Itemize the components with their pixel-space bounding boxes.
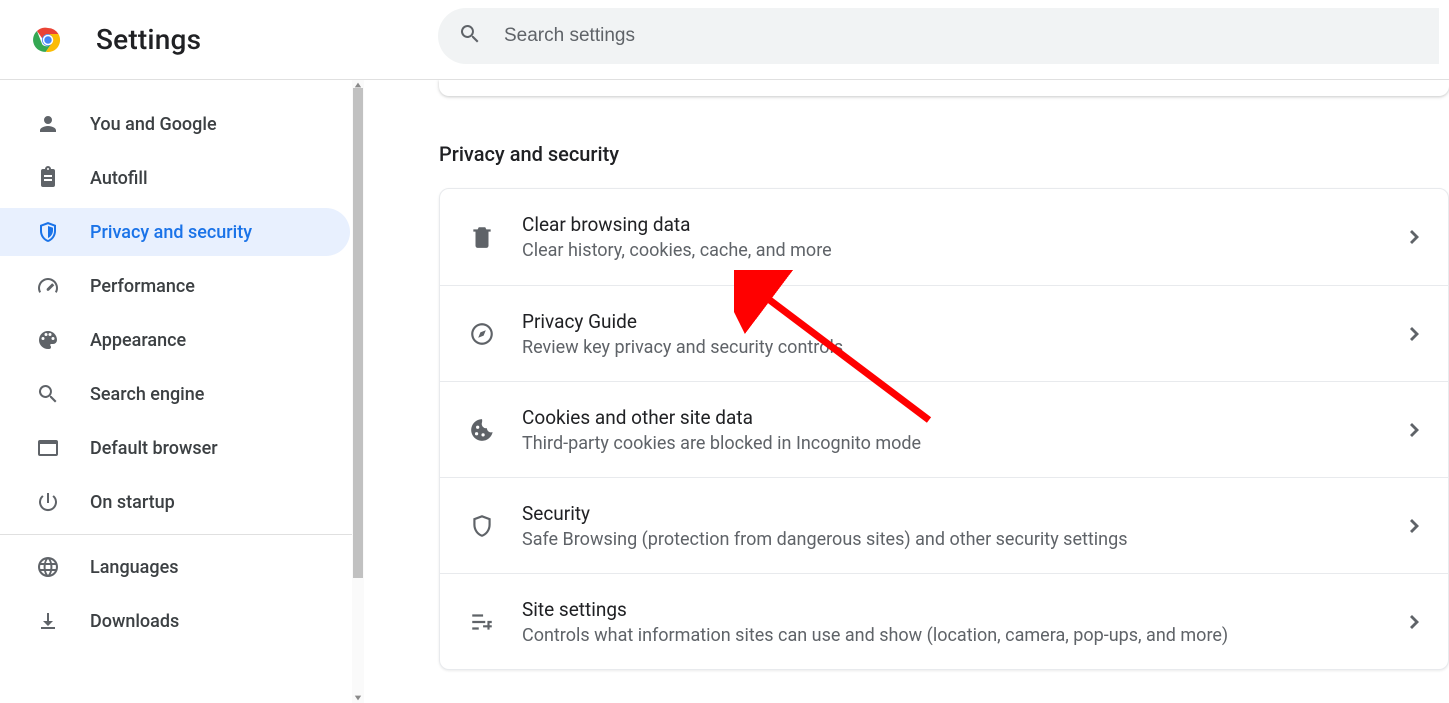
header-bar: Settings <box>0 0 1449 80</box>
row-privacy-guide[interactable]: Privacy Guide Review key privacy and sec… <box>440 285 1448 381</box>
shield-icon <box>468 512 496 540</box>
row-clear-browsing-data[interactable]: Clear browsing data Clear history, cooki… <box>440 189 1448 285</box>
chevron-right-icon <box>1410 615 1420 629</box>
search-input[interactable] <box>504 25 1439 47</box>
privacy-card: Clear browsing data Clear history, cooki… <box>439 188 1449 670</box>
sidebar-item-on-startup[interactable]: On startup <box>0 478 350 526</box>
row-subtitle: Clear history, cookies, cache, and more <box>522 240 1398 261</box>
sidebar-item-you-and-google[interactable]: You and Google <box>0 100 350 148</box>
sidebar-item-label: Downloads <box>90 611 179 632</box>
globe-icon <box>36 555 60 579</box>
row-title: Clear browsing data <box>522 213 1398 236</box>
sidebar-item-performance[interactable]: Performance <box>0 262 350 310</box>
trash-icon <box>468 223 496 251</box>
chrome-logo-icon <box>30 22 66 58</box>
sidebar-item-label: Privacy and security <box>90 222 252 243</box>
download-icon <box>36 609 60 633</box>
person-icon <box>36 112 60 136</box>
chevron-right-icon <box>1410 230 1420 244</box>
row-text: Clear browsing data Clear history, cooki… <box>522 213 1398 261</box>
tune-icon <box>468 608 496 636</box>
palette-icon <box>36 328 60 352</box>
sidebar-scrollbar[interactable] <box>352 80 364 703</box>
sidebar-item-autofill[interactable]: Autofill <box>0 154 350 202</box>
clipboard-icon <box>36 166 60 190</box>
sidebar-item-languages[interactable]: Languages <box>0 543 350 591</box>
chevron-right-icon <box>1410 423 1420 437</box>
row-title: Cookies and other site data <box>522 406 1398 429</box>
chevron-right-icon <box>1410 519 1420 533</box>
cookie-icon <box>468 416 496 444</box>
row-text: Privacy Guide Review key privacy and sec… <box>522 310 1398 358</box>
sidebar-item-label: Performance <box>90 276 195 297</box>
row-title: Privacy Guide <box>522 310 1398 333</box>
row-subtitle: Review key privacy and security controls <box>522 337 1398 358</box>
power-icon <box>36 490 60 514</box>
search-box[interactable] <box>438 8 1439 64</box>
sidebar-item-label: You and Google <box>90 114 217 135</box>
section-title: Privacy and security <box>439 142 1449 166</box>
sidebar-item-downloads[interactable]: Downloads <box>0 597 350 645</box>
previous-card-edge <box>439 80 1449 96</box>
row-site-settings[interactable]: Site settings Controls what information … <box>440 573 1448 669</box>
row-subtitle: Safe Browsing (protection from dangerous… <box>522 529 1398 550</box>
search-icon <box>36 382 60 406</box>
speedometer-icon <box>36 274 60 298</box>
sidebar-item-appearance[interactable]: Appearance <box>0 316 350 364</box>
row-text: Cookies and other site data Third-party … <box>522 406 1398 454</box>
row-subtitle: Third-party cookies are blocked in Incog… <box>522 433 1398 454</box>
page-title: Settings <box>96 23 201 56</box>
sidebar-divider <box>0 534 364 535</box>
shield-icon <box>36 220 60 244</box>
sidebar-item-label: Appearance <box>90 330 186 351</box>
sidebar: You and Google Autofill Privacy and secu… <box>0 80 364 703</box>
browser-icon <box>36 436 60 460</box>
row-title: Security <box>522 502 1398 525</box>
sidebar-item-label: Default browser <box>90 438 218 459</box>
sidebar-item-privacy-and-security[interactable]: Privacy and security <box>0 208 350 256</box>
sidebar-item-label: Autofill <box>90 168 148 189</box>
sidebar-scrollbar-thumb[interactable] <box>353 88 363 578</box>
sidebar-item-label: Search engine <box>90 384 204 405</box>
sidebar-item-label: On startup <box>90 492 175 513</box>
sidebar-item-label: Languages <box>90 557 178 578</box>
content-area: Privacy and security Clear browsing data… <box>364 80 1449 703</box>
row-subtitle: Controls what information sites can use … <box>522 625 1398 646</box>
row-text: Security Safe Browsing (protection from … <box>522 502 1398 550</box>
compass-icon <box>468 320 496 348</box>
row-cookies[interactable]: Cookies and other site data Third-party … <box>440 381 1448 477</box>
chevron-right-icon <box>1410 327 1420 341</box>
sidebar-item-default-browser[interactable]: Default browser <box>0 424 350 472</box>
row-text: Site settings Controls what information … <box>522 598 1398 646</box>
row-security[interactable]: Security Safe Browsing (protection from … <box>440 477 1448 573</box>
search-icon <box>458 22 482 50</box>
scroll-down-icon[interactable] <box>354 694 362 702</box>
sidebar-item-search-engine[interactable]: Search engine <box>0 370 350 418</box>
row-title: Site settings <box>522 598 1398 621</box>
